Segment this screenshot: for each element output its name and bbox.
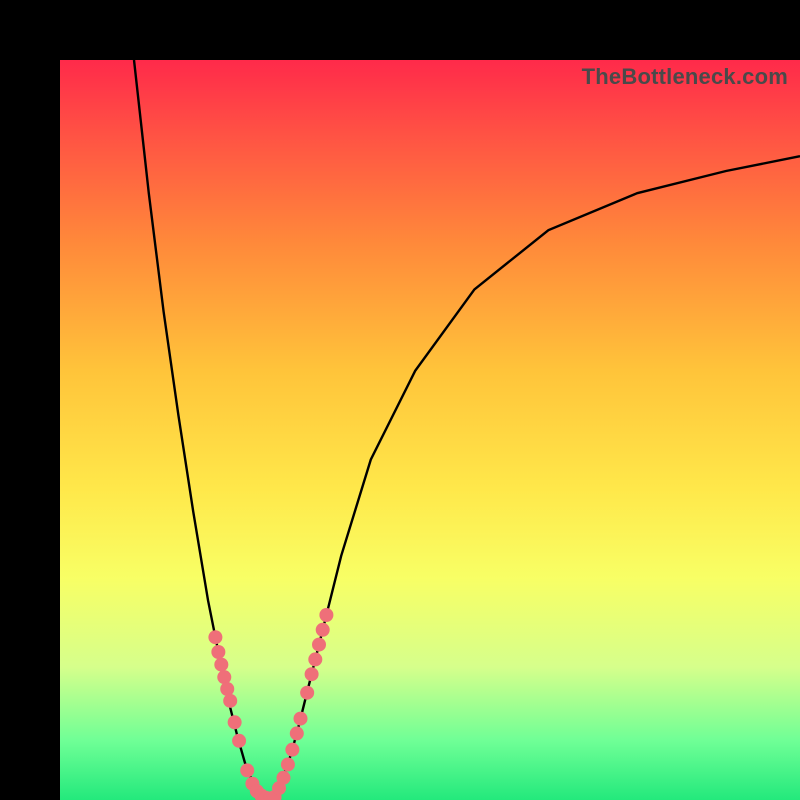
marker-dot bbox=[208, 630, 222, 644]
marker-group bbox=[208, 608, 333, 800]
marker-dot bbox=[214, 658, 228, 672]
marker-dot bbox=[316, 623, 330, 637]
marker-dot bbox=[211, 645, 225, 659]
marker-dot bbox=[281, 757, 295, 771]
marker-dot bbox=[300, 686, 314, 700]
marker-dot bbox=[285, 743, 299, 757]
chart-frame: TheBottleneck.com bbox=[0, 0, 800, 800]
chart-plot-area: TheBottleneck.com bbox=[60, 60, 800, 800]
chart-svg bbox=[60, 60, 800, 800]
bottleneck-curve-left bbox=[134, 60, 267, 799]
marker-dot bbox=[240, 763, 254, 777]
marker-dot bbox=[232, 734, 246, 748]
marker-dot bbox=[312, 638, 326, 652]
marker-dot bbox=[290, 726, 304, 740]
marker-dot bbox=[217, 670, 231, 684]
marker-dot bbox=[319, 608, 333, 622]
marker-dot bbox=[276, 771, 290, 785]
marker-dot bbox=[305, 667, 319, 681]
marker-dot bbox=[220, 682, 234, 696]
bottleneck-curve-right bbox=[267, 156, 800, 798]
marker-dot bbox=[223, 694, 237, 708]
marker-dot bbox=[308, 652, 322, 666]
marker-dot bbox=[228, 715, 242, 729]
marker-dot bbox=[294, 712, 308, 726]
